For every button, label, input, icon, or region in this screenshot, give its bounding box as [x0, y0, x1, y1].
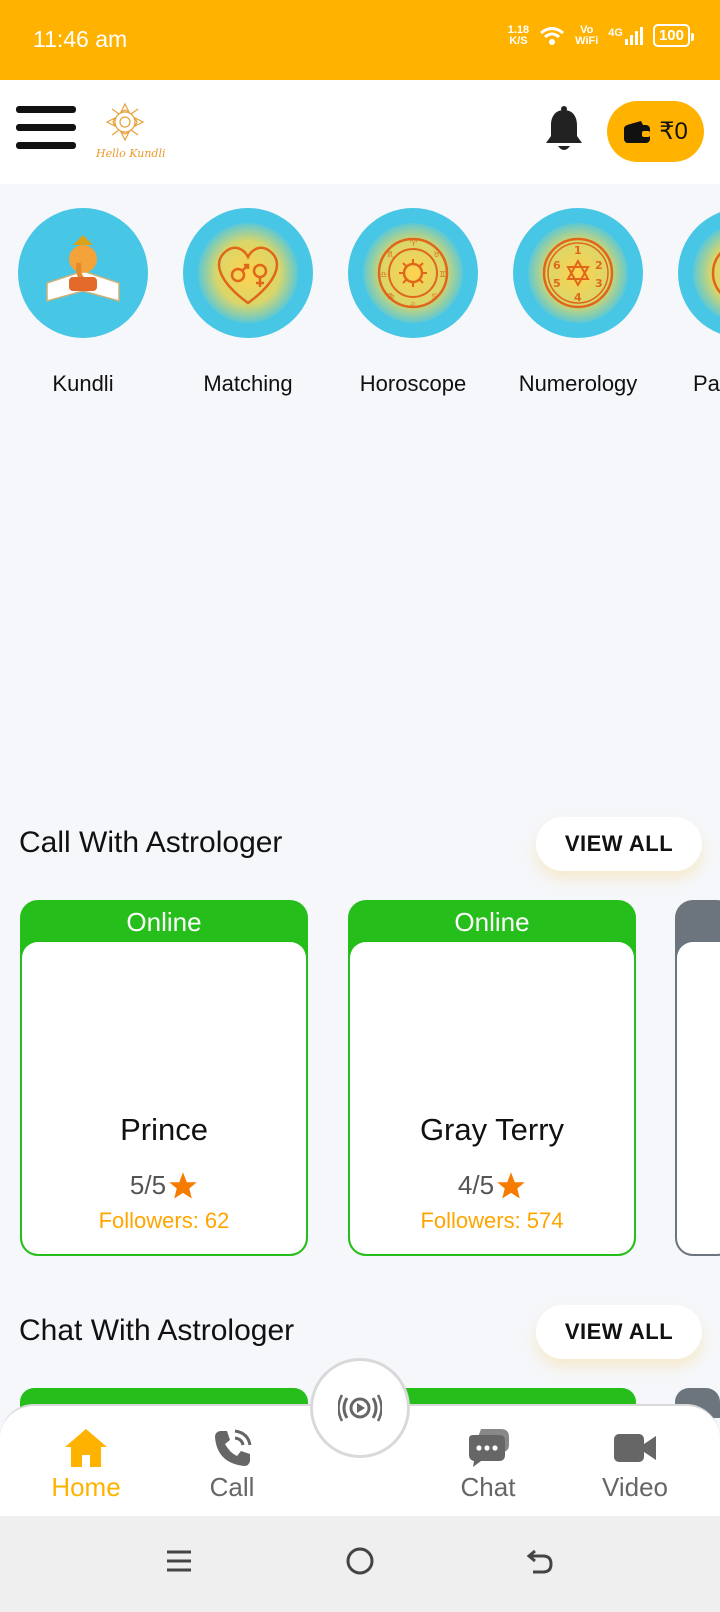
status-time: 11:46 am	[33, 26, 128, 52]
astrologer-rating: 5/5	[22, 1170, 306, 1201]
chat-section-title: Chat With Astrologer	[19, 1314, 295, 1347]
nav-chat[interactable]: Chat	[428, 1424, 548, 1503]
astrologer-name: Gray Terry	[419, 1112, 565, 1147]
svg-text:♎: ♎	[380, 270, 387, 279]
astrologer-card[interactable]: Online Prince 5/5 Followers: 62	[20, 900, 308, 1256]
system-nav-bar	[0, 1516, 720, 1612]
app-logo: Hello Kundli	[96, 100, 165, 164]
call-view-all-button[interactable]: VIEW ALL	[536, 817, 702, 871]
astrologer-rating: 4/5	[350, 1170, 634, 1201]
svg-text:♉: ♉	[433, 250, 440, 259]
numerology-icon: 12 345 6	[542, 237, 614, 309]
live-button[interactable]	[310, 1358, 410, 1458]
chat-icon	[469, 1429, 509, 1467]
home-circle-icon[interactable]	[345, 1546, 375, 1576]
astrologer-followers: Followers: 574	[420, 1208, 564, 1233]
notification-bell-icon[interactable]	[542, 106, 586, 156]
star-icon	[169, 1171, 197, 1198]
live-broadcast-icon	[338, 1394, 382, 1422]
home-icon	[65, 1429, 107, 1467]
nav-video[interactable]: Video	[575, 1424, 695, 1503]
heart-gender-icon	[217, 246, 279, 305]
svg-text:6: 6	[553, 259, 561, 272]
app-header: Hello Kundli ₹0	[0, 80, 720, 184]
astrologer-followers: Followers: 62	[98, 1208, 230, 1233]
chat-view-all-button[interactable]: VIEW ALL	[536, 1305, 702, 1359]
status-icons: 1.18 K/S Vo WiFi 4G 100	[507, 23, 695, 47]
category-numerology[interactable]: 123456 Numerology	[498, 208, 658, 397]
battery-icon: 100	[652, 24, 695, 47]
category-kundli[interactable]: Kundli	[3, 208, 163, 397]
ganesha-icon	[18, 208, 148, 338]
menu-icon[interactable]	[16, 106, 76, 158]
astrologer-card-partial[interactable]	[675, 900, 720, 1256]
nav-call[interactable]: Call	[172, 1424, 292, 1503]
panchang-icon	[711, 251, 720, 295]
call-section-title: Call With Astrologer	[19, 826, 283, 859]
video-icon	[614, 1434, 656, 1462]
svg-text:5: 5	[553, 277, 561, 290]
wallet-balance: ₹0	[659, 118, 688, 145]
wallet-button[interactable]: ₹0	[607, 101, 704, 162]
wifi-icon	[540, 26, 565, 45]
astrologer-card[interactable]: Online Gray Terry 4/5 Followers: 574	[348, 900, 636, 1256]
star-icon	[497, 1171, 525, 1198]
svg-text:2: 2	[595, 259, 603, 272]
status-bar: 11:46 am 1.18 K/S Vo WiFi 4G 100	[0, 0, 720, 80]
phone-icon	[215, 1429, 252, 1466]
back-icon[interactable]	[525, 1546, 555, 1576]
svg-text:♌: ♌	[409, 301, 416, 310]
online-status: Online	[454, 907, 530, 937]
vowifi-indicator: Vo WiFi	[575, 23, 599, 47]
nav-home[interactable]: Home	[26, 1424, 146, 1503]
category-matching[interactable]: Matching	[168, 208, 328, 397]
svg-text:♍: ♍	[387, 292, 394, 301]
svg-text:♋: ♋	[431, 292, 438, 301]
category-carousel[interactable]: Kundli Matching ♈ ♉ ♊ ♋ ♌ ♍ ♎ ♏ Horoscop…	[0, 208, 720, 408]
svg-text:1: 1	[574, 244, 582, 257]
svg-text:♊: ♊	[439, 270, 446, 279]
signal-icon: 4G	[608, 26, 643, 45]
astrologer-name: Prince	[120, 1112, 208, 1147]
svg-text:♈: ♈	[410, 239, 417, 248]
zodiac-wheel-icon: ♈ ♉ ♊ ♋ ♌ ♍ ♎ ♏	[377, 237, 449, 310]
wallet-icon	[624, 120, 651, 143]
svg-text:3: 3	[595, 277, 603, 290]
svg-text:4: 4	[574, 291, 582, 304]
online-status: Online	[126, 907, 202, 937]
category-horoscope[interactable]: ♈ ♉ ♊ ♋ ♌ ♍ ♎ ♏ Horoscope	[333, 208, 493, 397]
category-panchang[interactable]: Pa	[663, 208, 720, 397]
recents-icon[interactable]	[164, 1546, 194, 1576]
svg-text:♏: ♏	[387, 250, 395, 259]
network-speed: 1.18 K/S	[507, 23, 530, 47]
